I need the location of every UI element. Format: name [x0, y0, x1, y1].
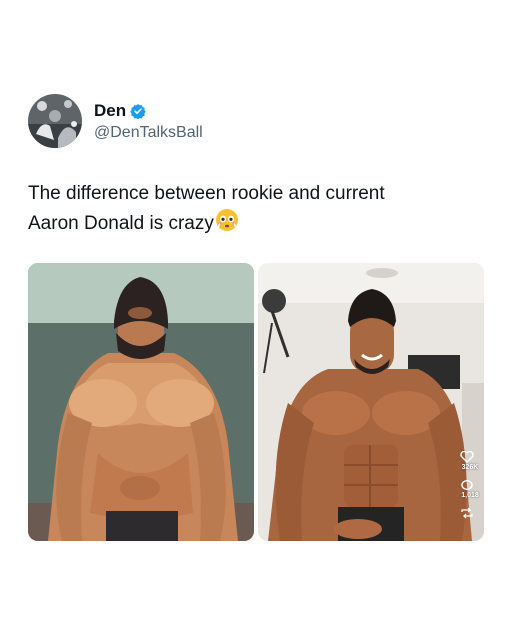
user-handle[interactable]: @DenTalksBall — [94, 124, 203, 142]
flushed-face-emoji-icon — [215, 208, 239, 241]
display-name[interactable]: Den — [94, 101, 126, 121]
tweet-header: Den @DenTalksBall — [28, 94, 203, 148]
rookie-photo[interactable] — [28, 263, 254, 541]
tweet-text-line-2: Aaron Donald is crazy — [28, 213, 214, 234]
avatar[interactable] — [28, 94, 82, 148]
verified-badge-icon — [130, 103, 146, 120]
author-names: Den @DenTalksBall — [94, 100, 203, 142]
name-row: Den — [94, 100, 203, 122]
avatar-image — [28, 94, 82, 148]
comment-icon[interactable] — [460, 479, 480, 491]
comments-count: 1,018 — [461, 492, 479, 499]
tweet-text: The difference between rookie and curren… — [28, 180, 478, 241]
repost-icon[interactable] — [460, 507, 480, 519]
likes-count: 326K — [461, 464, 479, 471]
rookie-photo-image — [28, 263, 254, 541]
tweet-text-line-2-wrap: Aaron Donald is crazy — [28, 208, 478, 241]
tweet-text-line-1: The difference between rookie and curren… — [28, 183, 385, 204]
heart-icon[interactable] — [460, 451, 480, 463]
current-photo[interactable]: 326K 1,018 — [258, 263, 484, 541]
media-grid: 326K 1,018 — [28, 263, 484, 541]
current-photo-image — [258, 263, 484, 541]
tweet-screenshot: Den @DenTalksBall The difference between… — [0, 0, 512, 640]
